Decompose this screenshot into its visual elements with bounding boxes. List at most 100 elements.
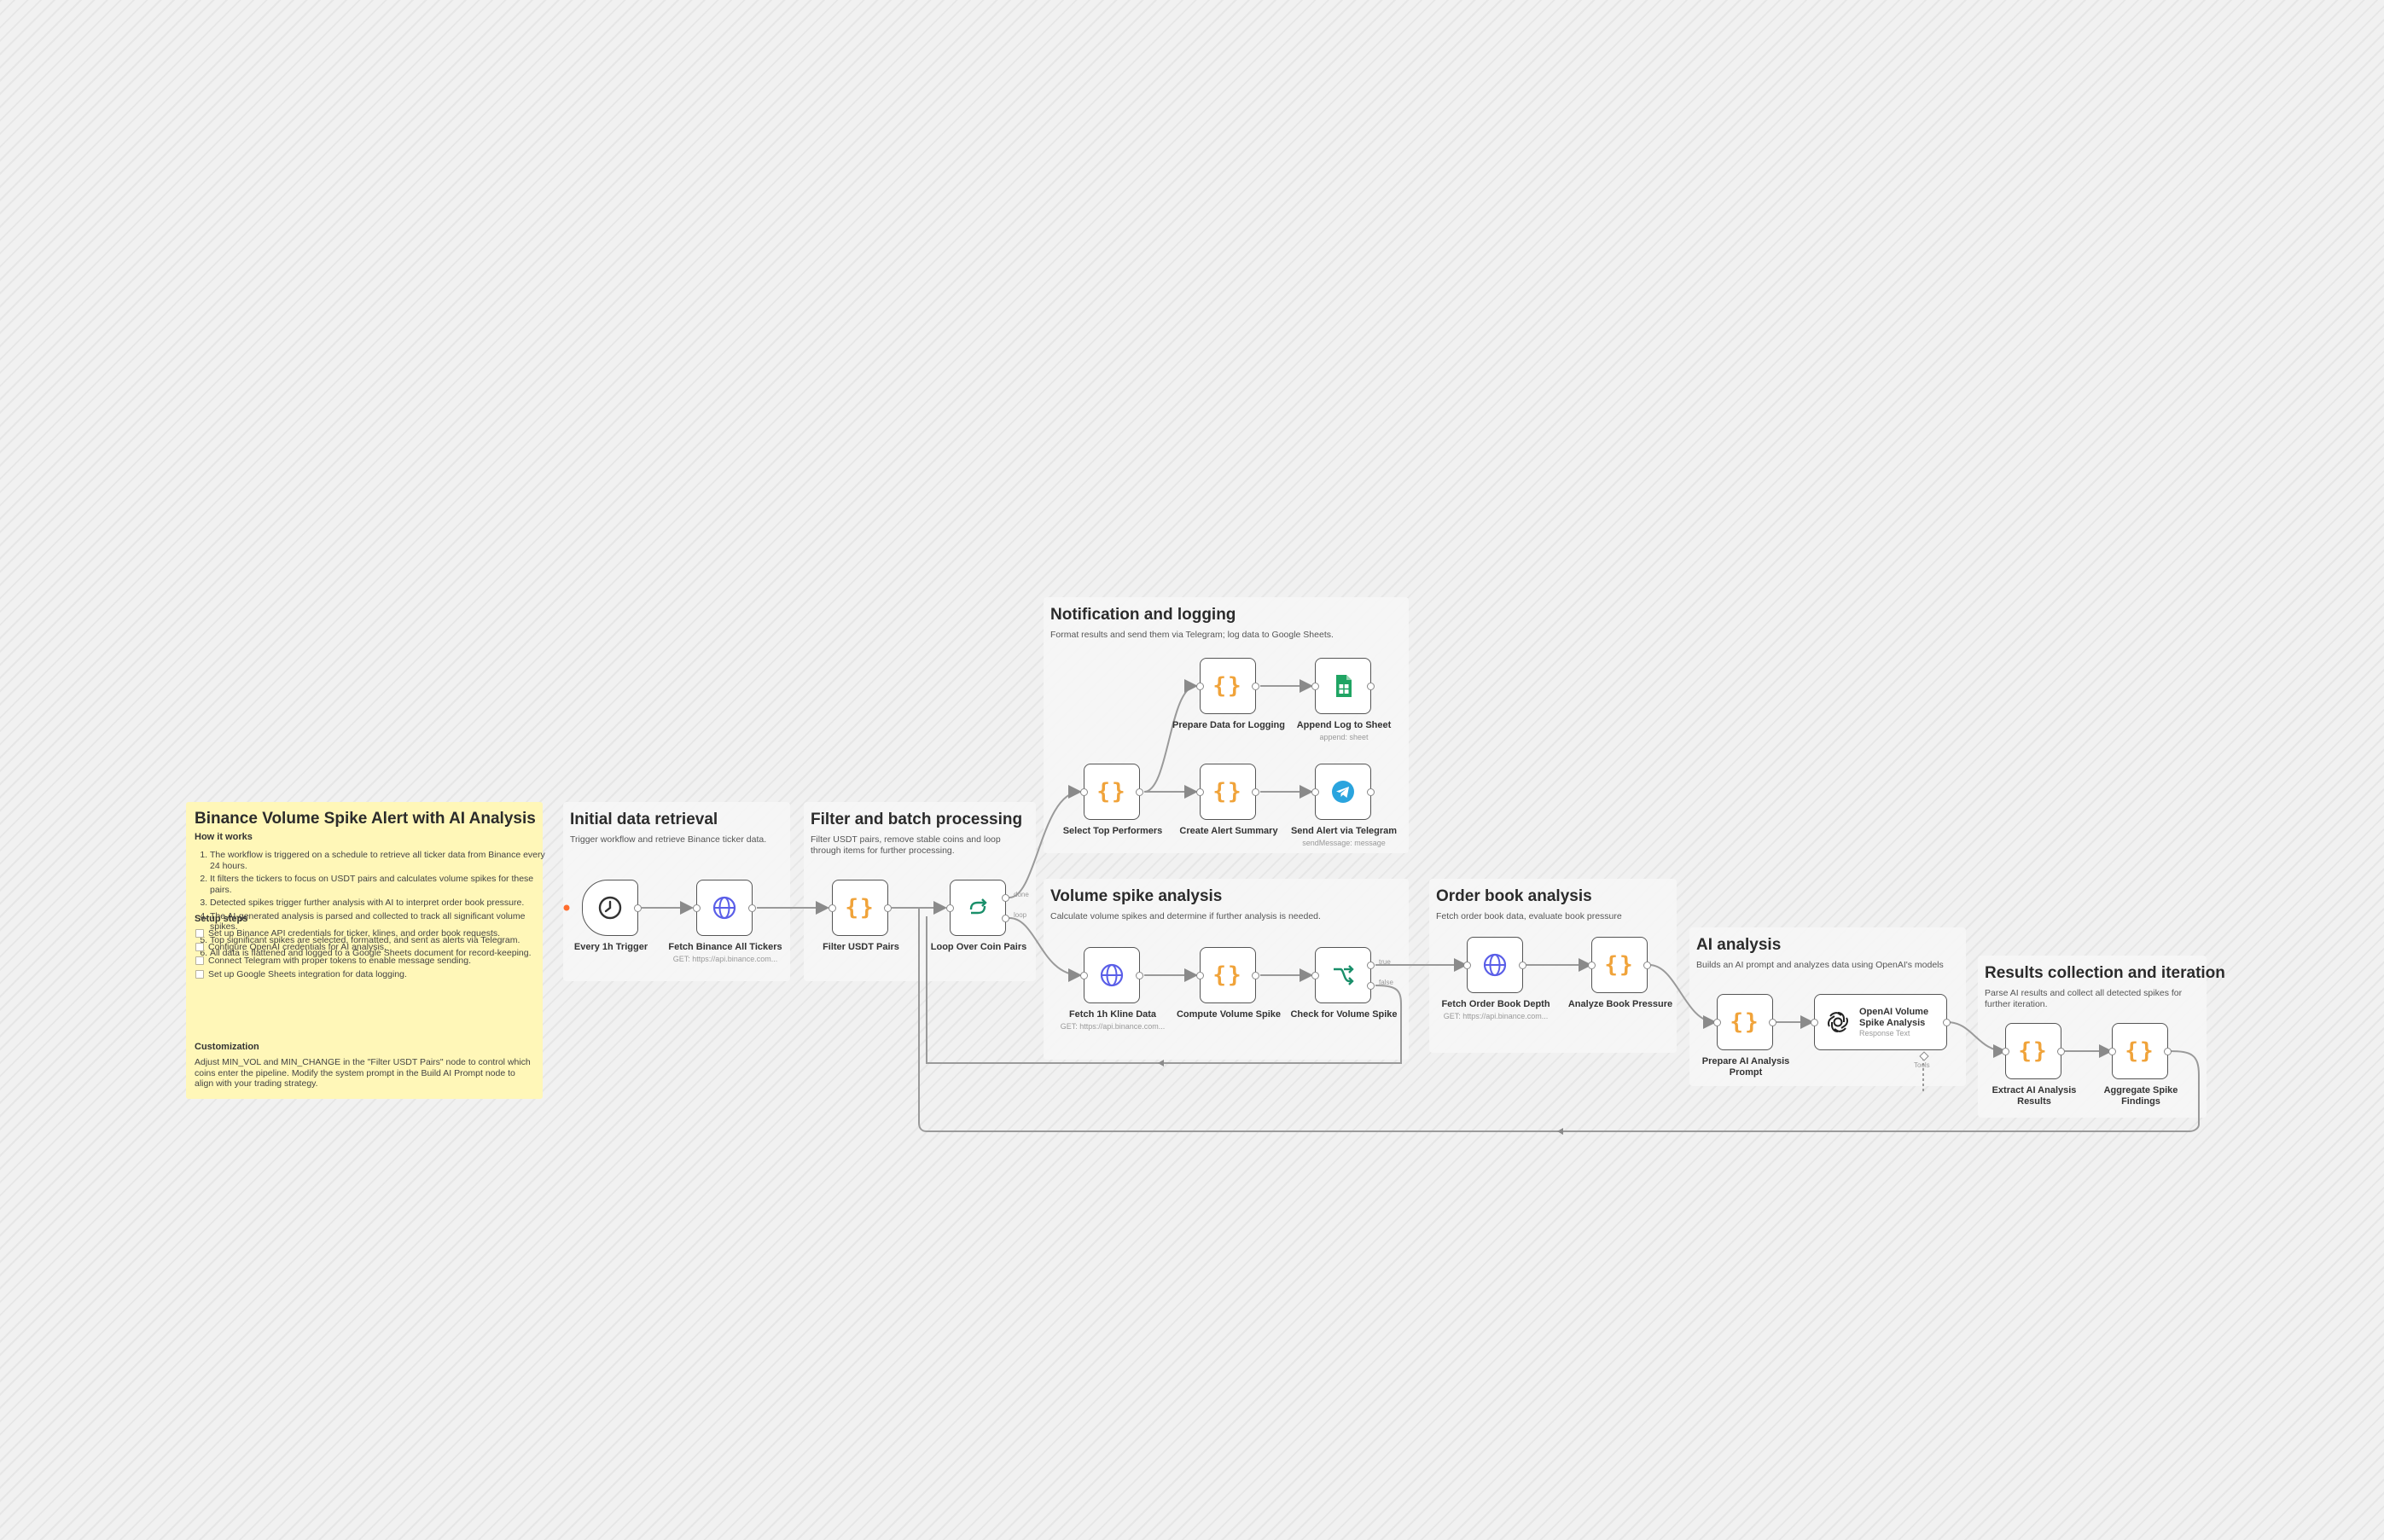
output-port[interactable] xyxy=(748,904,756,912)
overview-sticky-note[interactable]: Binance Volume Spike Alert with AI Analy… xyxy=(186,802,545,1099)
checkbox[interactable] xyxy=(195,943,204,951)
checkbox[interactable] xyxy=(195,929,204,938)
switch-icon xyxy=(1334,965,1354,985)
section-description: Filter USDT pairs, remove stable coins a… xyxy=(811,834,1001,856)
output-port[interactable] xyxy=(1136,788,1143,796)
customization-text: Adjust MIN_VOL and MIN_CHANGE in the "Fi… xyxy=(195,1057,531,1089)
port-label: done xyxy=(1014,891,1029,898)
output-port[interactable] xyxy=(1367,683,1375,690)
output-port[interactable] xyxy=(1643,962,1651,969)
output-port-false[interactable] xyxy=(1367,982,1375,990)
telegram-icon xyxy=(1332,781,1354,803)
output-port-true[interactable] xyxy=(1367,962,1375,969)
setup-steps-heading: Setup steps xyxy=(195,914,248,924)
code-icon: {} xyxy=(1212,962,1243,988)
node-filter-usdt-pairs[interactable]: {} Filter USDT Pairs xyxy=(823,880,899,952)
node-aggregate-spike-findings[interactable]: {} Aggregate Spike Findings xyxy=(2104,1023,2178,1107)
section-description: Fetch order book data, evaluate book pre… xyxy=(1436,911,1622,921)
node-label: OpenAI Volume Spike Analysis xyxy=(1859,1007,1929,1028)
globe-icon xyxy=(1100,963,1124,987)
node-openai-volume-spike-analysis[interactable]: OpenAI Volume Spike Analysis Response Te… xyxy=(1811,994,1951,1069)
input-port[interactable] xyxy=(1311,788,1319,796)
section-description: Calculate volume spikes and determine if… xyxy=(1050,911,1321,921)
output-port[interactable] xyxy=(1769,1019,1776,1026)
port-label: loop xyxy=(1014,911,1027,919)
node-send-alert-via-telegram[interactable]: Send Alert via Telegram sendMessage: mes… xyxy=(1291,764,1397,847)
output-port[interactable] xyxy=(1943,1019,1951,1026)
setup-item[interactable]: Set up Binance API credentials for ticke… xyxy=(195,928,532,939)
code-icon: {} xyxy=(1730,1009,1760,1035)
output-port[interactable] xyxy=(884,904,892,912)
input-port[interactable] xyxy=(1196,788,1204,796)
workflow-canvas[interactable]: Binance Volume Spike Alert with AI Analy… xyxy=(0,0,2384,1540)
node-subtitle: GET: https://api.binance.com... xyxy=(1443,1012,1549,1020)
node-check-for-volume-spike[interactable]: true false Check for Volume Spike xyxy=(1290,947,1398,1020)
section-title: Order book analysis xyxy=(1436,887,1592,905)
input-port[interactable] xyxy=(693,904,701,912)
node-extract-ai-analysis-results[interactable]: {} Extract AI Analysis Results xyxy=(1992,1023,2076,1107)
node-fetch-order-book-depth[interactable]: Fetch Order Book Depth GET: https://api.… xyxy=(1441,937,1550,1020)
output-port[interactable] xyxy=(634,904,642,912)
customization-heading: Customization xyxy=(195,1042,259,1052)
input-port[interactable] xyxy=(946,904,954,912)
node-loop-over-coin-pairs[interactable]: done loop Loop Over Coin Pairs xyxy=(931,880,1029,952)
section-title: Notification and logging xyxy=(1050,606,1236,624)
input-port[interactable] xyxy=(1080,972,1088,979)
output-port[interactable] xyxy=(2164,1048,2172,1055)
input-port[interactable] xyxy=(1811,1019,1818,1026)
port-label: false xyxy=(1379,979,1393,986)
setup-item[interactable]: Connect Telegram with proper tokens to e… xyxy=(195,956,532,966)
node-analyze-book-pressure[interactable]: {} Analyze Book Pressure xyxy=(1568,937,1672,1009)
output-port[interactable] xyxy=(1252,788,1259,796)
step-item: Detected spikes trigger further analysis… xyxy=(210,898,548,909)
node-append-log-to-sheet[interactable]: Append Log to Sheet append: sheet xyxy=(1297,658,1391,741)
node-compute-volume-spike[interactable]: {} Compute Volume Spike xyxy=(1177,947,1281,1020)
setup-item[interactable]: Configure OpenAI credentials for AI anal… xyxy=(195,942,532,952)
input-port[interactable] xyxy=(2002,1048,2009,1055)
port-label: true xyxy=(1379,958,1391,966)
output-port-done[interactable] xyxy=(1002,894,1009,902)
output-port[interactable] xyxy=(1252,683,1259,690)
input-port[interactable] xyxy=(2108,1048,2116,1055)
section-description: Format results and send them via Telegra… xyxy=(1050,630,1334,640)
input-port[interactable] xyxy=(1196,683,1204,690)
output-port[interactable] xyxy=(1252,972,1259,979)
output-port[interactable] xyxy=(1136,972,1143,979)
code-icon: {} xyxy=(2018,1038,2049,1064)
code-icon: {} xyxy=(1096,779,1127,805)
output-port[interactable] xyxy=(1519,962,1526,969)
code-icon: {} xyxy=(845,895,875,921)
node-subtitle: GET: https://api.binance.com... xyxy=(672,955,778,963)
output-port[interactable] xyxy=(2057,1048,2065,1055)
input-port[interactable] xyxy=(1311,972,1319,979)
output-port-loop[interactable] xyxy=(1002,915,1009,922)
node-fetch-1h-kline-data[interactable]: Fetch 1h Kline Data GET: https://api.bin… xyxy=(1061,947,1165,1031)
input-port[interactable] xyxy=(1713,1019,1721,1026)
input-port[interactable] xyxy=(1588,962,1596,969)
checkbox[interactable] xyxy=(195,956,204,965)
section-title: AI analysis xyxy=(1696,936,1782,954)
node-label: Extract AI Analysis Results xyxy=(1992,1085,2077,1107)
node-fetch-binance-all-tickers[interactable]: Fetch Binance All Tickers GET: https://a… xyxy=(668,880,782,963)
section-title: Initial data retrieval xyxy=(570,811,718,828)
input-port[interactable] xyxy=(1196,972,1204,979)
node-subtitle: sendMessage: message xyxy=(1302,839,1386,847)
node-prepare-data-for-logging[interactable]: {} Prepare Data for Logging xyxy=(1172,658,1285,730)
globe-icon xyxy=(1483,953,1507,977)
node-create-alert-summary[interactable]: {} Create Alert Summary xyxy=(1179,764,1278,836)
overview-title: Binance Volume Spike Alert with AI Analy… xyxy=(195,810,536,828)
input-port[interactable] xyxy=(829,904,836,912)
input-port[interactable] xyxy=(1311,683,1319,690)
input-port[interactable] xyxy=(1080,788,1088,796)
output-port[interactable] xyxy=(1367,788,1375,796)
checkbox[interactable] xyxy=(195,970,204,979)
setup-item[interactable]: Set up Google Sheets integration for dat… xyxy=(195,969,532,979)
node-subtitle: GET: https://api.binance.com... xyxy=(1060,1022,1166,1031)
section-description: Trigger workflow and retrieve Binance ti… xyxy=(570,834,767,845)
section-description: Builds an AI prompt and analyzes data us… xyxy=(1696,960,1944,970)
node-select-top-performers[interactable]: {} Select Top Performers xyxy=(1063,764,1162,836)
node-every-1h-trigger[interactable]: Every 1h Trigger xyxy=(574,880,648,952)
input-port[interactable] xyxy=(1463,962,1471,969)
code-icon: {} xyxy=(2125,1038,2155,1064)
node-prepare-ai-analysis-prompt[interactable]: {} Prepare AI Analysis Prompt xyxy=(1702,994,1789,1078)
